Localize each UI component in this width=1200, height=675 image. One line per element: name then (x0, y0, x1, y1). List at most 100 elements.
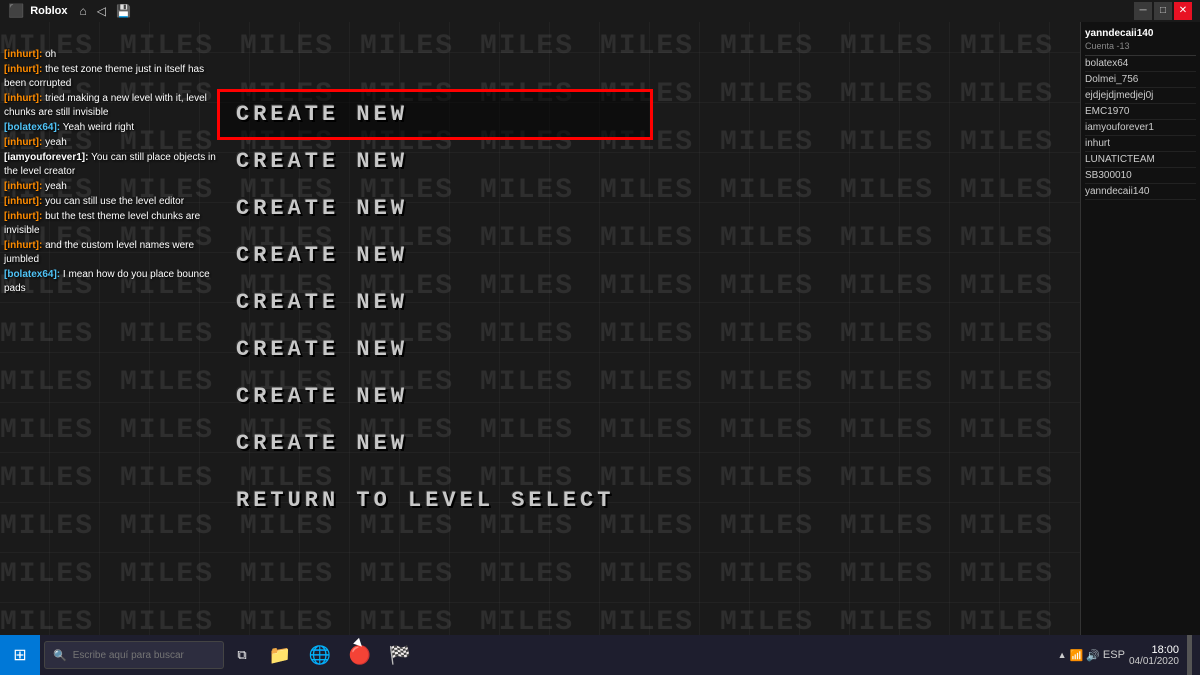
menu-container: CREATE NEW CREATE NEW CREATE NEW CREATE … (220, 92, 980, 525)
clock-time: 18:00 (1129, 644, 1179, 656)
tray-icons: ▲ 📶 🔊 ESP (1058, 649, 1125, 662)
close-button[interactable]: ✕ (1174, 2, 1192, 20)
player-list-sidebar: yanndecaii140 Cuenta -13 bolatex64Dolmei… (1080, 22, 1200, 652)
tile-cell: MILES (0, 415, 120, 446)
save-icon[interactable]: 💾 (116, 4, 131, 18)
return-to-level-select-label: RETURN TO LEVEL SELECT (236, 488, 614, 513)
tile-cell: MILES (720, 607, 840, 638)
chat-line: [inhurt]: you can still use the level ed… (4, 195, 226, 209)
roblox-logo-icon: ⬛ (8, 3, 24, 19)
tile-cell: MILES (360, 31, 480, 62)
start-button[interactable]: ⊞ (0, 635, 40, 675)
create-new-label-5: CREATE NEW (236, 290, 408, 315)
tile-cell: MILES (480, 559, 600, 590)
roblox-taskbar-icon[interactable]: 🔴 (340, 635, 380, 675)
create-new-button-1[interactable]: CREATE NEW (220, 92, 650, 137)
tile-cell: MILES (0, 559, 120, 590)
create-new-button-7[interactable]: CREATE NEW (220, 374, 650, 419)
language-label: ESP (1103, 649, 1125, 661)
tile-cell: MILES (0, 511, 120, 542)
tile-cell: MILES (0, 607, 120, 638)
create-new-label-3: CREATE NEW (236, 196, 408, 221)
show-desktop-button[interactable] (1187, 635, 1192, 675)
player-list-item: ejdjejdjmedjej0j (1085, 88, 1196, 104)
create-new-label-1: CREATE NEW (236, 102, 408, 127)
tile-cell: MILES (600, 31, 720, 62)
player-list-item: LUNATICTEAM (1085, 152, 1196, 168)
back-icon[interactable]: ◁ (97, 4, 106, 18)
window-controls: ─ □ ✕ (1134, 2, 1192, 20)
task-view-button[interactable]: ⧉ (224, 635, 260, 675)
player-list-item: EMC1970 (1085, 104, 1196, 120)
tile-cell: MILES (240, 607, 360, 638)
title-bar: ⬛ Roblox ⌂ ◁ 💾 ─ □ ✕ (0, 0, 1200, 22)
user-list: bolatex64Dolmei_756ejdjejdjmedjej0jEMC19… (1085, 56, 1196, 200)
chat-line: [inhurt]: the test zone theme just in it… (4, 63, 226, 91)
home-icon[interactable]: ⌂ (79, 4, 86, 18)
search-input[interactable] (73, 650, 213, 661)
player-list-item: bolatex64 (1085, 56, 1196, 72)
chat-line: [inhurt]: yeah (4, 180, 226, 194)
tile-cell: MILES (0, 319, 120, 350)
create-new-label-4: CREATE NEW (236, 243, 408, 268)
create-new-button-2[interactable]: CREATE NEW (220, 139, 650, 184)
tile-cell: MILES (600, 559, 720, 590)
network-icon: 📶 (1070, 649, 1084, 662)
tile-cell: MILES (360, 559, 480, 590)
system-tray: ▲ 📶 🔊 ESP 18:00 04/01/2020 (1058, 635, 1200, 675)
tile-cell: MILES (480, 607, 600, 638)
minimize-button[interactable]: ─ (1134, 2, 1152, 20)
create-new-button-6[interactable]: CREATE NEW (220, 327, 650, 372)
chat-line: [inhurt]: yeah (4, 136, 226, 150)
create-new-button-5[interactable]: CREATE NEW (220, 280, 650, 325)
tile-cell: MILES (0, 367, 120, 398)
tile-cell: MILES (0, 463, 120, 494)
player-list-item: inhurt (1085, 136, 1196, 152)
tile-cell: MILES (240, 31, 360, 62)
windows-icon: ⊞ (13, 645, 26, 665)
chat-line: [inhurt]: tried making a new level with … (4, 92, 226, 120)
search-icon: 🔍 (53, 649, 67, 662)
current-user-name: yanndecaii140 (1085, 26, 1196, 41)
player-list-item: yanndecaii140 (1085, 184, 1196, 200)
create-new-button-4[interactable]: CREATE NEW (220, 233, 650, 278)
search-bar[interactable]: 🔍 (44, 641, 224, 669)
player-list-item: SB300010 (1085, 168, 1196, 184)
taskbar: ⊞ 🔍 ⧉ 📁 🌐 🔴 🏁 ▲ 📶 🔊 ESP 18:00 04/01/2020 (0, 635, 1200, 675)
create-new-button-8[interactable]: CREATE NEW (220, 421, 650, 466)
chat-line: [bolatex64]: I mean how do you place bou… (4, 268, 226, 296)
clock[interactable]: 18:00 04/01/2020 (1129, 644, 1179, 667)
player-list-item: Dolmei_756 (1085, 72, 1196, 88)
tile-cell: MILES (960, 31, 1080, 62)
tile-cell: MILES (720, 559, 840, 590)
create-new-button-3[interactable]: CREATE NEW (220, 186, 650, 231)
chat-line: [iamyouforever1]: You can still place ob… (4, 151, 226, 179)
file-explorer-icon[interactable]: 📁 (260, 635, 300, 675)
windows-flag-icon[interactable]: 🏁 (380, 635, 420, 675)
chat-panel: [inhurt]: oh [inhurt]: the test zone the… (0, 44, 230, 224)
titlebar-left: ⬛ Roblox ⌂ ◁ 💾 (8, 3, 131, 19)
tile-cell: MILES (120, 607, 240, 638)
tile-cell: MILES (840, 559, 960, 590)
user-subtitle: Cuenta -13 (1085, 41, 1196, 56)
tile-cell: MILES (840, 607, 960, 638)
create-new-label-2: CREATE NEW (236, 149, 408, 174)
tile-cell: MILES (840, 31, 960, 62)
chat-line: [inhurt]: oh (4, 48, 226, 62)
create-new-label-6: CREATE NEW (236, 337, 408, 362)
chat-line: [inhurt]: but the test theme level chunk… (4, 210, 226, 238)
maximize-button[interactable]: □ (1154, 2, 1172, 20)
game-area: // Render tile rows inline MILESMILESMIL… (0, 22, 1080, 652)
tile-cell: MILES (360, 607, 480, 638)
clock-date: 04/01/2020 (1129, 656, 1179, 667)
return-to-level-select-button[interactable]: RETURN TO LEVEL SELECT (220, 478, 650, 523)
tile-cell: MILES (480, 31, 600, 62)
create-new-label-8: CREATE NEW (236, 431, 408, 456)
tile-cell: MILES (600, 607, 720, 638)
window-title: Roblox (30, 5, 67, 17)
chat-line: [bolatex64]: Yeah weird right (4, 121, 226, 135)
chrome-icon[interactable]: 🌐 (300, 635, 340, 675)
tray-arrow[interactable]: ▲ (1058, 650, 1067, 660)
create-new-label-7: CREATE NEW (236, 384, 408, 409)
tile-cell: MILES (240, 559, 360, 590)
